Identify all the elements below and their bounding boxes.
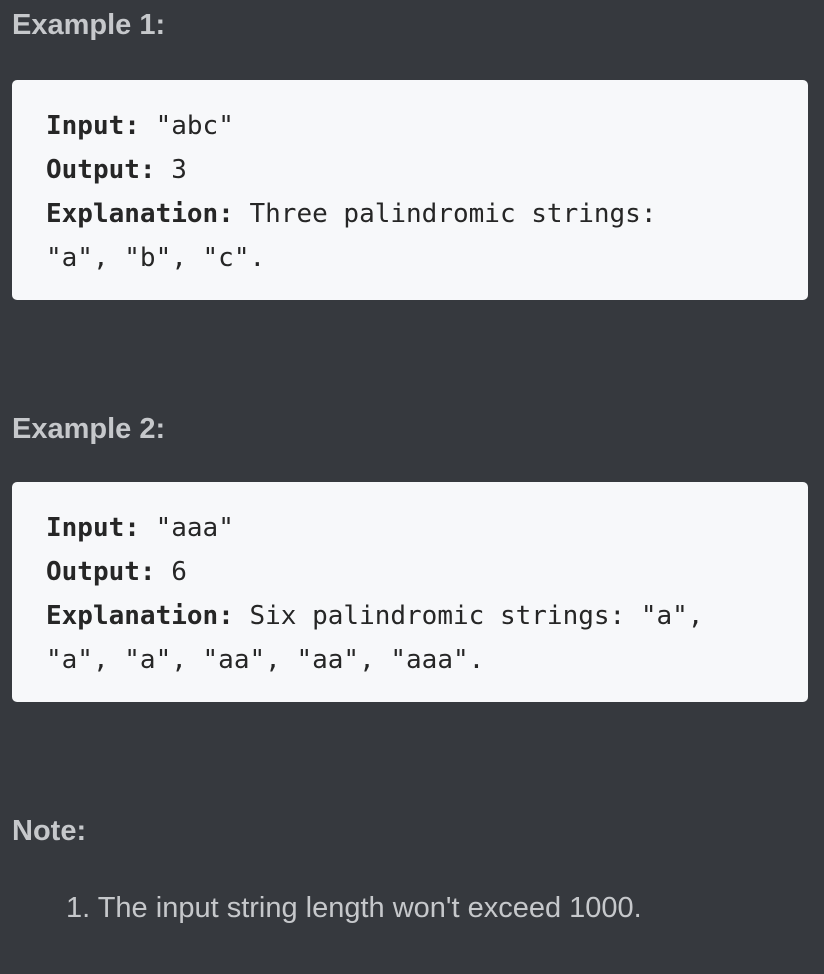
explanation-line: Explanation: Three palindromic strings:	[46, 192, 788, 236]
example-2-heading: Example 2:	[12, 413, 166, 445]
output-line: Output: 6	[46, 550, 788, 594]
explanation-continuation: "a", "a", "aa", "aa", "aaa".	[46, 645, 485, 675]
input-value: "aaa"	[139, 513, 234, 543]
input-label: Input:	[46, 111, 140, 141]
explanation-line: Explanation: Six palindromic strings: "a…	[46, 594, 788, 638]
input-label: Input:	[46, 513, 140, 543]
note-item-text: The input string length won't exceed 100…	[97, 892, 642, 924]
output-label: Output:	[46, 557, 156, 587]
note-item: 1. The input string length won't exceed …	[0, 884, 642, 932]
output-value: 6	[155, 557, 187, 587]
output-line: Output: 3	[46, 148, 788, 192]
note-item-marker: 1.	[66, 892, 98, 924]
output-value: 3	[155, 155, 187, 185]
explanation-label: Explanation:	[46, 199, 234, 229]
example-2-code-block: Input: "aaa" Output: 6 Explanation: Six …	[12, 482, 808, 702]
explanation-label: Explanation:	[46, 601, 234, 631]
input-value: "abc"	[139, 111, 234, 141]
input-line: Input: "aaa"	[46, 506, 788, 550]
input-line: Input: "abc"	[46, 104, 788, 148]
example-1-code-block: Input: "abc" Output: 3 Explanation: Thre…	[12, 80, 808, 300]
explanation-text: Three palindromic strings:	[233, 199, 657, 229]
note-list: 1. The input string length won't exceed …	[0, 884, 642, 932]
note-heading: Note:	[12, 815, 87, 847]
output-label: Output:	[46, 155, 156, 185]
explanation-continuation: "a", "b", "c".	[46, 243, 266, 273]
explanation-text: Six palindromic strings: "a",	[233, 601, 704, 631]
example-1-heading: Example 1:	[12, 9, 166, 41]
